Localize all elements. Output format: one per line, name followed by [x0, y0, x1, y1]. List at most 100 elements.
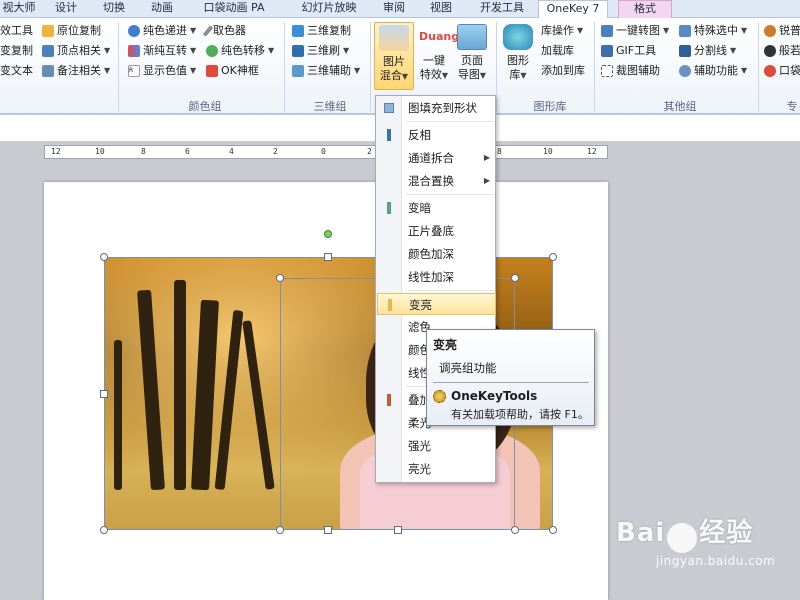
resize-handle[interactable]	[324, 526, 332, 534]
ribbon-item-special-select[interactable]: 特殊选中 ▼	[679, 24, 747, 38]
group-divider	[496, 22, 497, 112]
layers-icon	[379, 25, 409, 51]
label: 三维复制	[307, 24, 351, 37]
menu-item-lighten[interactable]: 变亮	[377, 293, 496, 315]
resize-handle[interactable]	[100, 526, 108, 534]
label: 特效	[419, 68, 442, 81]
label: 导图	[457, 68, 480, 81]
ribbon-item-aux-functions[interactable]: 辅助功能 ▼	[679, 64, 747, 78]
gradient-icon	[128, 45, 140, 57]
label: 锐普	[779, 24, 800, 37]
pocket-icon	[764, 65, 776, 77]
menu-item-channel-split[interactable]: 通道拆合 ▶	[377, 147, 496, 169]
label: 备注相关	[57, 64, 101, 77]
ribbon-item-vertex[interactable]: 顶点相关 ▼	[42, 44, 110, 58]
tab-design[interactable]: 设计	[50, 0, 82, 18]
tab-view[interactable]: 视图	[425, 0, 457, 18]
one-click-effects-button[interactable]: Duang 一键 特效▼	[414, 22, 460, 90]
label: 纯色递进	[143, 24, 187, 37]
ribbon-item-divider-line[interactable]: 分割线 ▼	[679, 44, 736, 58]
group-label-color: 颜色组	[188, 100, 222, 113]
gif-icon	[601, 45, 613, 57]
tab-pocket-animation[interactable]: 口袋动画 PA	[197, 0, 271, 18]
menu-item-blend-displace[interactable]: 混合置换 ▶	[377, 170, 496, 192]
ribbon-item-crop-assist[interactable]: 裁图辅助	[601, 64, 660, 78]
tab-slideshow[interactable]: 幻灯片放映	[298, 0, 360, 18]
ribbon-item-library-ops[interactable]: 库操作 ▼	[541, 24, 583, 38]
menu-item-invert[interactable]: 反相	[377, 124, 496, 146]
ribbon-item-convert-to-image[interactable]: 一键转图 ▼	[601, 24, 669, 38]
resize-handle[interactable]	[276, 526, 284, 534]
tab-transitions[interactable]: 切换	[98, 0, 130, 18]
menu-item-linear-burn[interactable]: 线性加深	[377, 266, 496, 288]
resize-handle[interactable]	[511, 526, 519, 534]
chevron-down-icon: ▼	[741, 66, 748, 75]
page-export-button[interactable]: 页面 导图▼	[452, 22, 492, 90]
rgb-icon: R	[128, 65, 140, 77]
ribbon-item-3d-assist[interactable]: 三维辅助 ▼	[292, 64, 360, 78]
tab-onekey[interactable]: OneKey 7	[538, 0, 608, 19]
resize-handle[interactable]	[511, 274, 519, 282]
menu-item-multiply[interactable]: 正片叠底	[377, 220, 496, 242]
ribbon-item-solid-transfer[interactable]: 纯色转移 ▼	[206, 44, 274, 58]
menu-item-darken[interactable]: 变暗	[377, 197, 496, 219]
resize-handle[interactable]	[100, 390, 108, 398]
ribbon-item-copy-alt[interactable]: 变复制	[0, 44, 33, 58]
label: 加载库	[541, 44, 574, 57]
rotate-handle[interactable]	[324, 230, 332, 238]
ribbon-item-ok-frame[interactable]: OK神框	[206, 64, 259, 78]
ribbon-item-gradient-swap[interactable]: 渐纯互转 ▼	[128, 44, 196, 58]
ruler-label: 10	[543, 147, 553, 156]
duang-icon: Duang	[419, 30, 460, 43]
menu-item-fill-to-shape[interactable]: 图填充到形状	[377, 97, 496, 119]
ribbon-item-pocket[interactable]: 口袋	[764, 64, 800, 78]
watermark-url: jingyan.baidu.com	[656, 554, 776, 568]
tooltip-help-text: 有关加载项帮助，请按 F1。	[451, 408, 589, 421]
prajna-icon	[764, 45, 776, 57]
resize-handle[interactable]	[324, 253, 332, 261]
chevron-down-icon: ▼	[190, 46, 197, 55]
tab-format[interactable]: 格式	[618, 0, 672, 19]
menu-item-color-burn[interactable]: 颜色加深	[377, 243, 496, 265]
tab-developer[interactable]: 开发工具	[474, 0, 530, 18]
ribbon-item-color-picker[interactable]: 取色器	[202, 24, 246, 38]
menu-item-vivid-light[interactable]: 亮光	[377, 458, 496, 480]
ribbon-item-add-to-library[interactable]: 添加到库	[541, 64, 585, 78]
shape-library-button[interactable]: 图形 库▼	[498, 22, 538, 90]
resize-handle[interactable]	[549, 253, 557, 261]
ruler-label: 12	[587, 147, 597, 156]
chevron-down-icon: ▼	[401, 72, 409, 81]
ribbon-item-gif-tools[interactable]: GIF工具	[601, 44, 656, 58]
ribbon-item-solid-step[interactable]: 纯色递进 ▼	[128, 24, 196, 38]
tab-ppt-master[interactable]: 视大师	[0, 0, 38, 18]
ribbon-item-notes[interactable]: 备注相关 ▼	[42, 64, 110, 78]
ribbon-item-3d-brush[interactable]: 三维刷 ▼	[292, 44, 349, 58]
image-blend-button[interactable]: 图片 混合▼	[374, 22, 414, 90]
ribbon-item-show-color-value[interactable]: R 显示色值 ▼	[128, 64, 196, 78]
tab-review[interactable]: 审阅	[378, 0, 410, 18]
ribbon-item-in-place-copy[interactable]: 原位复制	[42, 24, 101, 38]
tooltip-divider	[433, 382, 589, 383]
chevron-down-icon: ▼	[577, 26, 584, 35]
label: 图片	[383, 55, 405, 68]
baidu-watermark: Bai 经验 jingyan.baidu.com	[616, 512, 775, 568]
ribbon-item-rapid[interactable]: 锐普	[764, 24, 800, 38]
resize-handle[interactable]	[394, 526, 402, 534]
ribbon-item-load-library[interactable]: 加载库	[541, 44, 574, 58]
tab-animations[interactable]: 动画	[146, 0, 178, 18]
label: 分割线	[694, 44, 727, 57]
menu-item-hard-light[interactable]: 强光	[377, 435, 496, 457]
menu-item-label: 变暗	[408, 201, 431, 215]
resize-handle[interactable]	[276, 274, 284, 282]
resize-handle[interactable]	[100, 253, 108, 261]
label: 页面	[461, 54, 483, 67]
label: 一键转图	[616, 24, 660, 37]
ribbon-item-effects[interactable]: 效工具	[0, 24, 33, 38]
label: 渐纯互转	[143, 44, 187, 57]
label: 取色器	[213, 24, 246, 37]
group-divider	[118, 22, 119, 112]
resize-handle[interactable]	[549, 526, 557, 534]
ribbon-item-text-alt[interactable]: 变文本	[0, 64, 33, 78]
ribbon-item-prajna[interactable]: 般若	[764, 44, 800, 58]
ribbon-item-3d-copy[interactable]: 三维复制	[292, 24, 351, 38]
